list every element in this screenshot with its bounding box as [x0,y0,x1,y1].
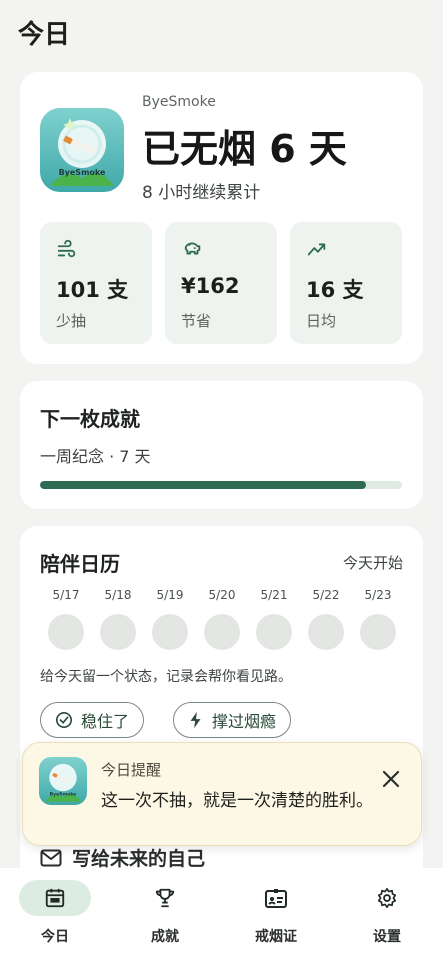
trend-icon [307,243,326,256]
lightning-icon [190,711,201,729]
wind-icon [57,239,76,258]
trophy-icon [155,888,175,908]
gear-icon [377,888,397,908]
calendar-day[interactable]: 5/20 [203,588,241,650]
progress-fill [40,481,366,489]
mail-icon [40,849,62,866]
calendar-icon [45,888,65,908]
nav-label: 设置 [373,929,401,945]
nav-icon-wrap [240,880,312,916]
letter-to-future-self[interactable]: 写给未来的自己 [40,844,205,871]
stat-label: 节省 [181,312,212,330]
nav-achievements[interactable]: 成就 [125,880,205,946]
day-circle[interactable] [204,614,240,650]
achievement-progress-bar [40,481,402,489]
day-circle[interactable] [308,614,344,650]
hold-on-button[interactable]: 稳住了 [40,702,145,738]
nav-active-indicator [19,880,91,916]
stat-value: 16 支 [306,278,364,302]
nav-label: 成就 [151,929,179,945]
calendar-hint: 给今天留一个状态，记录会帮你看见路。 [40,669,292,685]
nav-certificate[interactable]: 戒烟证 [236,880,316,946]
daily-reminder-toast[interactable]: ByeSmoke 今日提醒 这一次不抽，就是一次清楚的胜利。 [22,742,422,846]
check-circle-icon [55,711,73,729]
stat-card-less-smoked: 101 支 少抽 [40,222,152,344]
start-today-link[interactable]: 今天开始 [343,552,403,573]
brand-name: ByeSmoke [142,94,216,110]
toast-title: 今日提醒 [101,761,162,779]
nav-icon-wrap [351,880,423,916]
stat-card-saved: ¥162 节省 [165,222,277,344]
calendar-day[interactable]: 5/18 [99,588,137,650]
calendar-day[interactable]: 5/22 [307,588,345,650]
day-label: 5/19 [156,588,184,602]
day-label: 5/23 [364,588,392,602]
day-circle[interactable] [48,614,84,650]
bottom-nav: 今日 成就 戒烟证 设置 [0,868,443,960]
svg-text:ByeSmoke: ByeSmoke [50,791,77,797]
day-circle[interactable] [152,614,188,650]
nav-icon-wrap [129,880,201,916]
day-circle[interactable] [256,614,292,650]
stat-value: 101 支 [56,278,129,302]
day-label: 5/22 [312,588,340,602]
stat-card-daily-avg: 16 支 日均 [290,222,402,344]
nav-label: 今日 [41,929,69,945]
stat-label: 日均 [306,312,337,330]
calendar-day[interactable]: 5/23 [359,588,397,650]
achievement-desc: 一周纪念 · 7 天 [40,447,151,466]
app-logo: ByeSmoke [40,108,124,192]
toast-message: 这一次不抽，就是一次清楚的胜利。 [101,791,373,811]
beat-craving-label: 撑过烟瘾 [212,712,277,731]
close-icon[interactable] [379,767,403,791]
svg-text:ByeSmoke: ByeSmoke [59,168,106,177]
day-label: 5/18 [104,588,132,602]
day-label: 5/20 [208,588,236,602]
day-label: 5/21 [260,588,288,602]
hours-subtitle: 8 小时继续累计 [142,183,261,203]
badge-icon [265,889,287,908]
stat-value: ¥162 [181,274,240,298]
app-logo: ByeSmoke [39,757,87,805]
calendar-day[interactable]: 5/17 [47,588,85,650]
next-achievement-card[interactable]: 下一枚成就 一周纪念 · 7 天 [20,381,423,509]
achievement-title: 下一枚成就 [40,407,140,431]
day-circle[interactable] [100,614,136,650]
letter-label: 写给未来的自己 [72,848,206,870]
day-circle[interactable] [360,614,396,650]
day-label: 5/17 [52,588,80,602]
nav-label: 戒烟证 [255,929,297,945]
smoke-free-days: 已无烟 6 天 [142,127,347,171]
nav-settings[interactable]: 设置 [347,880,427,946]
calendar-day[interactable]: 5/19 [151,588,189,650]
piggy-bank-icon [184,242,201,255]
calendar-day[interactable]: 5/21 [255,588,293,650]
page-title: 今日 [18,20,71,50]
beat-craving-button[interactable]: 撑过烟瘾 [173,702,292,738]
calendar-title: 陪伴日历 [40,552,120,576]
hero-card: ByeSmoke ByeSmoke 已无烟 6 天 8 小时继续累计 101 支… [20,72,423,364]
hold-on-label: 稳住了 [81,712,130,731]
nav-today[interactable]: 今日 [15,880,95,946]
stat-label: 少抽 [56,312,87,330]
